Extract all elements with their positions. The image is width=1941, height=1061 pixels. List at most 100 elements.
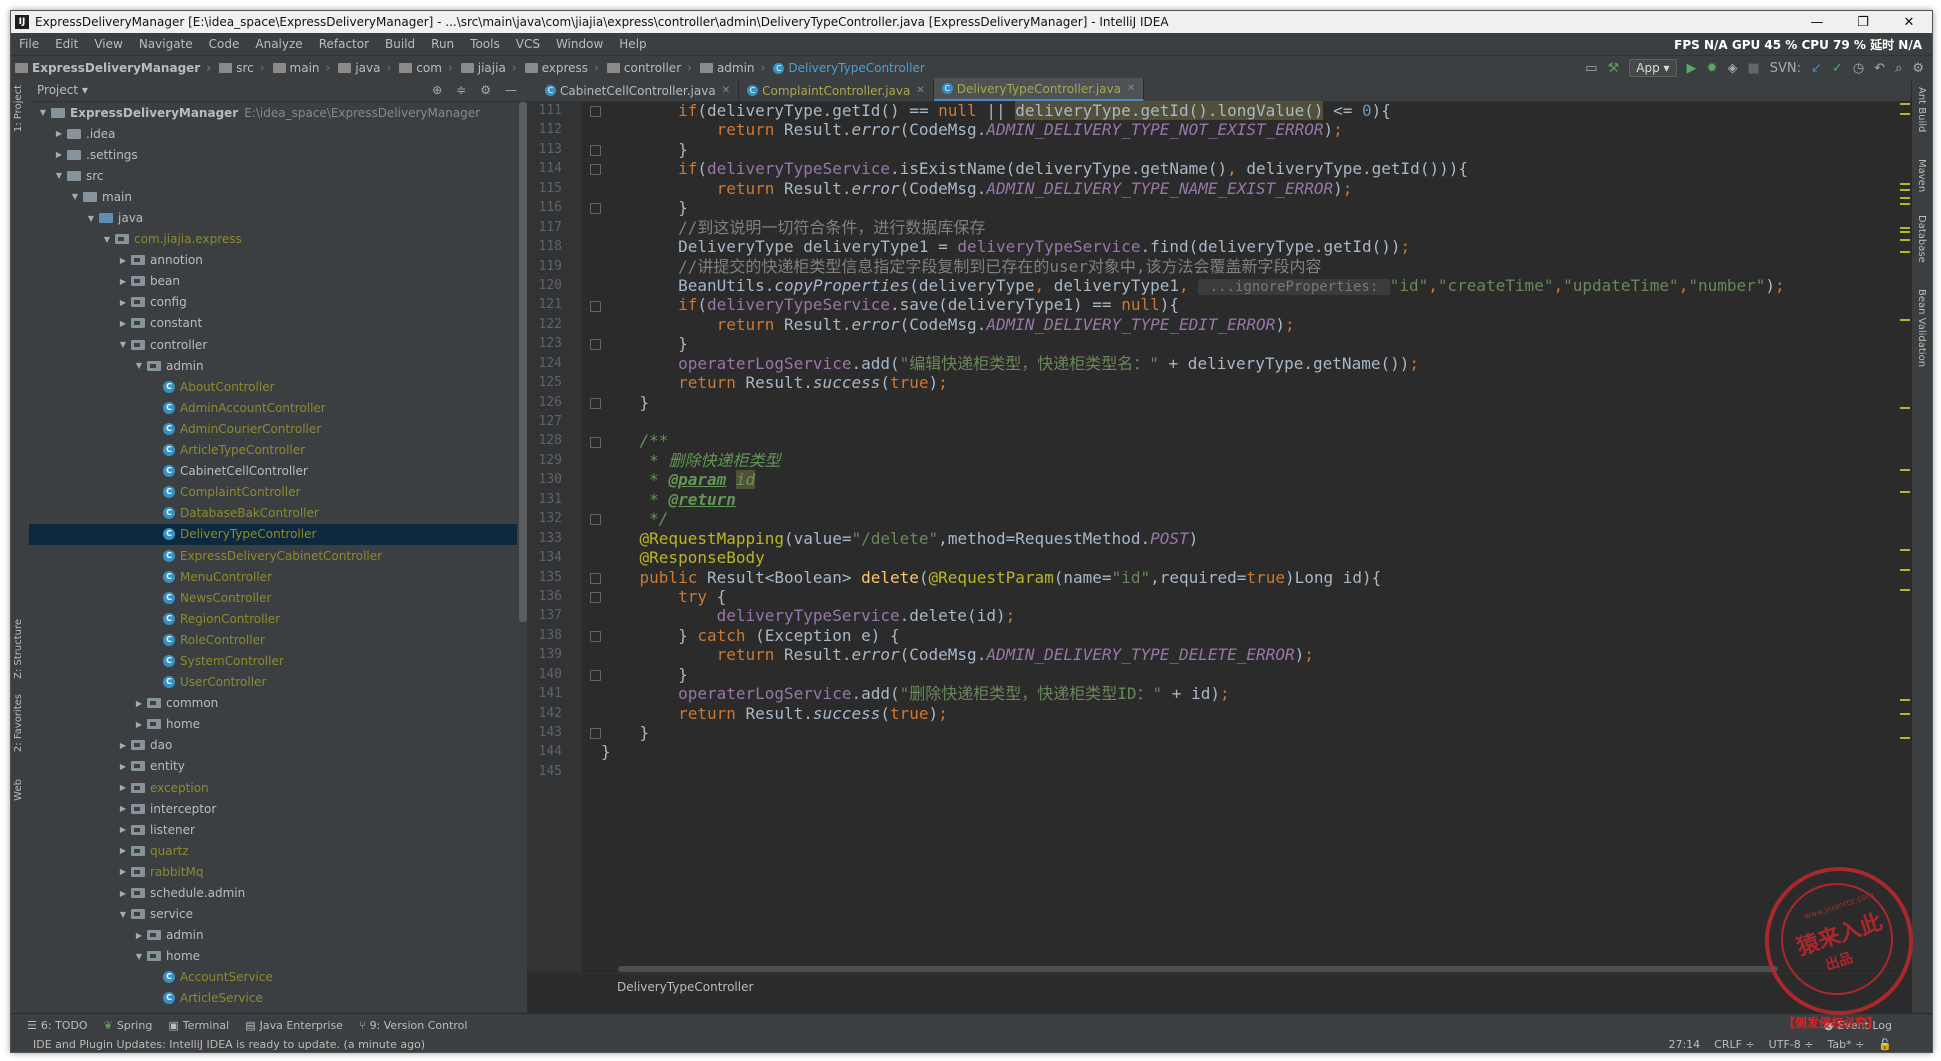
warning-marker[interactable] [1900, 737, 1910, 739]
menu-code[interactable]: Code [201, 37, 248, 51]
warning-marker[interactable] [1900, 319, 1910, 321]
favorites-tool-tab[interactable]: 2: Favorites [13, 694, 24, 752]
fold-marker-icon[interactable] [590, 144, 601, 156]
revert-icon[interactable]: ↶ [1874, 61, 1885, 76]
tree-node[interactable]: C AdminAccountController [29, 397, 517, 418]
expand-right-icon[interactable]: ▶ [117, 867, 129, 876]
tree-node[interactable]: C AboutController [29, 376, 517, 397]
crumb-java[interactable]: java › [334, 61, 395, 75]
warning-marker[interactable] [1900, 203, 1910, 205]
expand-right-icon[interactable]: ▶ [133, 931, 145, 940]
tree-node[interactable]: ▼ ExpressDeliveryManager E:\idea_space\Exp… [29, 102, 517, 123]
fold-marker-icon[interactable] [590, 300, 601, 312]
tree-node[interactable]: ▶ config [29, 292, 517, 313]
tree-node[interactable]: ▼ com.jiajia.express [29, 229, 517, 250]
expand-right-icon[interactable]: ▶ [117, 277, 129, 286]
hide-panel-icon[interactable]: — [505, 83, 517, 97]
tree-node[interactable]: ▶ annotion [29, 250, 517, 271]
crumb-controller[interactable]: controller › [603, 61, 696, 75]
history-icon[interactable]: ◷ [1853, 61, 1864, 76]
tree-node[interactable]: C SystemController [29, 650, 517, 671]
svn-commit-icon[interactable]: ✓ [1832, 61, 1843, 76]
expand-right-icon[interactable]: ▶ [117, 298, 129, 307]
settings-gear-icon[interactable]: ⚙ [1912, 61, 1924, 76]
fold-marker-icon[interactable] [590, 397, 601, 409]
expand-down-icon[interactable]: ▼ [133, 361, 145, 370]
expand-right-icon[interactable]: ▶ [53, 129, 65, 138]
crumb-src[interactable]: src › [215, 61, 268, 75]
line-separator[interactable]: CRLF ÷ [1714, 1038, 1755, 1051]
breadcrumb-class[interactable]: DeliveryTypeController [617, 980, 753, 994]
fold-marker-icon[interactable] [590, 631, 601, 643]
expand-right-icon[interactable]: ▶ [117, 846, 129, 855]
warning-marker[interactable] [1900, 549, 1910, 551]
todo-tool-tab[interactable]: ☰ 6: TODO [27, 1019, 88, 1032]
tree-node[interactable]: ▶ .settings [29, 144, 517, 165]
fold-marker-icon[interactable] [590, 728, 601, 740]
menu-file[interactable]: File [11, 37, 47, 51]
tree-node[interactable]: C RoleController [29, 629, 517, 650]
expand-down-icon[interactable]: ▼ [101, 235, 113, 244]
caret-position[interactable]: 27:14 [1668, 1038, 1700, 1051]
panel-settings-icon[interactable]: ⚙ [480, 83, 491, 97]
bean-validation-tab[interactable]: Bean Validation [1916, 289, 1927, 367]
tree-node[interactable]: ▶ quartz [29, 840, 517, 861]
tree-node[interactable]: ▶ dao [29, 735, 517, 756]
project-structure-icon[interactable]: ▭ [1585, 61, 1597, 76]
java-enterprise-tool-tab[interactable]: ▤ Java Enterprise [245, 1019, 343, 1032]
lock-icon[interactable]: 🔓 [1878, 1038, 1892, 1051]
expand-right-icon[interactable]: ▶ [133, 699, 145, 708]
warning-marker[interactable] [1900, 197, 1910, 199]
tree-node[interactable]: C ExpressDeliveryCabinetController [29, 545, 517, 566]
editor-horizontal-scrollbar[interactable] [618, 966, 1778, 972]
tree-node[interactable]: ▶ common [29, 693, 517, 714]
close-tab-icon[interactable]: ✕ [722, 85, 730, 96]
tree-node[interactable]: C UserController [29, 672, 517, 693]
web-tool-tab[interactable]: Web [13, 779, 24, 801]
minimize-button[interactable]: — [1794, 11, 1840, 33]
warning-marker[interactable] [1900, 569, 1910, 571]
tree-node[interactable]: ▼ java [29, 207, 517, 228]
tree-node[interactable]: C AccountService [29, 967, 517, 988]
expand-down-icon[interactable]: ▼ [117, 340, 129, 349]
warning-marker[interactable] [1900, 589, 1910, 591]
indent-setting[interactable]: Tab* ÷ [1827, 1038, 1864, 1051]
tree-node[interactable]: ▼ admin [29, 355, 517, 376]
expand-down-icon[interactable]: ▼ [85, 214, 97, 223]
expand-right-icon[interactable]: ▶ [117, 319, 129, 328]
fold-marker-icon[interactable] [590, 339, 601, 351]
warning-marker[interactable] [1900, 231, 1910, 233]
tree-node[interactable]: C ComplaintController [29, 482, 517, 503]
expand-right-icon[interactable]: ▶ [117, 825, 129, 834]
stop-icon[interactable]: ■ [1747, 61, 1759, 76]
error-stripe[interactable] [1898, 101, 1912, 972]
tab-cabinetcellcontroller[interactable]: C CabinetCellController.java ✕ [537, 80, 740, 101]
warning-marker[interactable] [1900, 469, 1910, 471]
project-scrollbar[interactable] [519, 102, 527, 622]
expand-down-icon[interactable]: ▼ [133, 952, 145, 961]
maximize-button[interactable]: ❐ [1840, 11, 1886, 33]
menu-navigate[interactable]: Navigate [131, 37, 201, 51]
line-number-gutter[interactable]: 111 112 113 114 115 116 117 118 119 120 121 122 123 1… [527, 101, 601, 972]
tree-node[interactable]: C MenuController [29, 566, 517, 587]
tree-node[interactable]: ▶ admin [29, 925, 517, 946]
tree-node[interactable]: C DatabaseBakController [29, 503, 517, 524]
project-tool-tab[interactable]: 1: Project [13, 85, 24, 132]
close-tab-icon[interactable]: ✕ [1127, 83, 1135, 94]
warning-marker[interactable] [1900, 113, 1910, 115]
tree-node[interactable]: C RegionController [29, 608, 517, 629]
fold-marker-icon[interactable] [590, 164, 601, 176]
database-tab[interactable]: Database [1916, 215, 1927, 263]
expand-down-icon[interactable]: ▼ [37, 108, 49, 117]
warning-marker[interactable] [1900, 227, 1910, 229]
expand-right-icon[interactable]: ▶ [117, 804, 129, 813]
tree-node[interactable]: C AdminCourierController [29, 418, 517, 439]
expand-down-icon[interactable]: ▼ [117, 910, 129, 919]
expand-right-icon[interactable]: ▶ [117, 889, 129, 898]
close-button[interactable]: ✕ [1886, 11, 1932, 33]
project-view-select[interactable]: Project ▾ [37, 83, 88, 97]
warning-marker[interactable] [1900, 407, 1910, 409]
tree-node[interactable]: ▶ bean [29, 271, 517, 292]
spring-tool-tab[interactable]: ❦ Spring [104, 1019, 153, 1032]
fold-marker-icon[interactable] [590, 203, 601, 215]
